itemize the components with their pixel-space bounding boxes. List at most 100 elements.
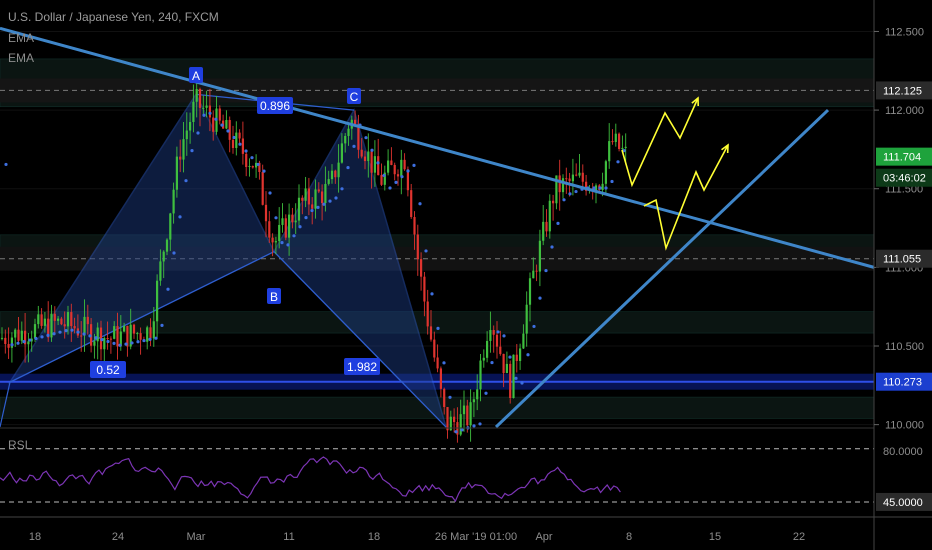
candle-body bbox=[212, 117, 215, 132]
rsi-axis-label: 45.0000 bbox=[883, 497, 923, 509]
candle-body bbox=[321, 191, 324, 204]
ema-dot bbox=[508, 355, 512, 359]
candle-body bbox=[340, 143, 343, 163]
ema-dot bbox=[208, 111, 212, 115]
candle-body bbox=[347, 128, 350, 136]
candle-body bbox=[66, 312, 70, 327]
candle-body bbox=[565, 178, 568, 180]
candle-body bbox=[330, 170, 334, 180]
candle-body bbox=[50, 313, 53, 338]
candle-body bbox=[0, 337, 4, 339]
time-axis-label: 8 bbox=[626, 531, 632, 543]
candle-body bbox=[169, 213, 172, 240]
ema-dot bbox=[316, 205, 320, 210]
candle-body bbox=[132, 324, 136, 334]
candle-body bbox=[568, 178, 571, 182]
candle-body bbox=[360, 149, 363, 157]
ema-dot bbox=[424, 249, 428, 253]
candle-body bbox=[301, 197, 304, 201]
ema-dot bbox=[562, 198, 566, 202]
ema-dot bbox=[40, 335, 44, 339]
candle-body bbox=[495, 334, 499, 347]
candle-body bbox=[522, 333, 525, 349]
candle-body bbox=[43, 318, 46, 326]
candle-body bbox=[423, 276, 426, 302]
candle-body bbox=[116, 326, 119, 347]
symbol-title: U.S. Dollar / Japanese Yen, 240, FXCM bbox=[8, 10, 219, 24]
candle-body bbox=[4, 337, 7, 344]
ema-dot bbox=[268, 191, 272, 195]
candle-body bbox=[20, 330, 23, 341]
time-axis-label: 18 bbox=[368, 531, 380, 543]
candle-body bbox=[611, 141, 614, 143]
candle-body bbox=[7, 343, 10, 348]
ema-indicator-label[interactable]: EMA bbox=[8, 31, 34, 45]
ratio-label: 1.982 bbox=[347, 360, 377, 374]
candle-body bbox=[413, 216, 416, 235]
candle-body bbox=[231, 139, 235, 148]
candle-body bbox=[274, 241, 277, 243]
ema-dot bbox=[136, 340, 140, 344]
candle-body bbox=[162, 251, 165, 262]
ema-dot bbox=[148, 337, 152, 341]
candle-body bbox=[198, 89, 202, 108]
candle-body bbox=[571, 174, 574, 182]
candle-body bbox=[208, 105, 211, 118]
price-chart[interactable]: ABC0.8960.52 1.982112.500112.000111.50011… bbox=[0, 0, 932, 550]
ema-dot bbox=[106, 339, 110, 344]
candle-body bbox=[261, 172, 264, 205]
ema-dot bbox=[412, 163, 416, 167]
rsi-indicator-label[interactable]: RSI bbox=[8, 438, 28, 452]
ema-indicator-label-2[interactable]: EMA bbox=[8, 51, 34, 65]
ema-dot bbox=[376, 161, 380, 165]
ema-dot bbox=[244, 149, 248, 153]
ema-dot bbox=[418, 202, 422, 206]
candle-body bbox=[317, 189, 320, 192]
time-axis-label: 18 bbox=[29, 531, 41, 543]
candle-body bbox=[420, 259, 423, 277]
ema-dot bbox=[526, 353, 530, 357]
ema-dot bbox=[34, 336, 38, 341]
ema-dot bbox=[82, 332, 86, 336]
candle-body bbox=[387, 160, 390, 173]
ema-dot bbox=[46, 333, 50, 337]
ema-dot bbox=[436, 326, 440, 330]
candle-body bbox=[552, 200, 555, 204]
ema-dot bbox=[166, 287, 170, 291]
ema-dot bbox=[340, 187, 344, 191]
ema-dot bbox=[286, 243, 290, 247]
ema-dot bbox=[496, 330, 500, 334]
ema-dot bbox=[460, 428, 464, 432]
candle-body bbox=[172, 189, 175, 214]
candle-body bbox=[439, 368, 442, 389]
ema-dot bbox=[388, 186, 392, 190]
candle-body bbox=[545, 221, 548, 232]
candle-body bbox=[624, 146, 627, 148]
candle-body bbox=[159, 261, 162, 281]
candle-body bbox=[400, 159, 403, 177]
ema-dot bbox=[574, 189, 578, 194]
candle-body bbox=[96, 327, 99, 342]
ema-dot bbox=[556, 221, 560, 225]
price-tick-label: 112.000 bbox=[885, 105, 924, 117]
chart-window[interactable]: A B C 0.896 0.52 1.982 112.500 112.000 111.500 11… bbox=[0, 0, 932, 550]
ema-dot bbox=[598, 186, 602, 190]
candle-body bbox=[311, 204, 314, 209]
candle-body bbox=[33, 324, 37, 339]
candle-body bbox=[614, 133, 617, 143]
ratio-label: 0.52 bbox=[96, 363, 120, 377]
candle-body bbox=[512, 354, 515, 399]
ema-dot bbox=[88, 334, 92, 338]
ema-dot bbox=[478, 422, 482, 426]
candle-body bbox=[393, 164, 396, 175]
rsi-line bbox=[0, 456, 621, 503]
candle-body bbox=[57, 318, 60, 321]
pattern-point-label: A bbox=[192, 69, 200, 83]
candle-body bbox=[334, 170, 337, 178]
projection-arrow-alt bbox=[643, 144, 729, 251]
price-marker-label: 111.055 bbox=[883, 254, 921, 266]
candle-body bbox=[324, 183, 327, 204]
ema-dot bbox=[238, 142, 242, 146]
candle-body bbox=[367, 151, 370, 162]
candle-body bbox=[429, 326, 433, 340]
